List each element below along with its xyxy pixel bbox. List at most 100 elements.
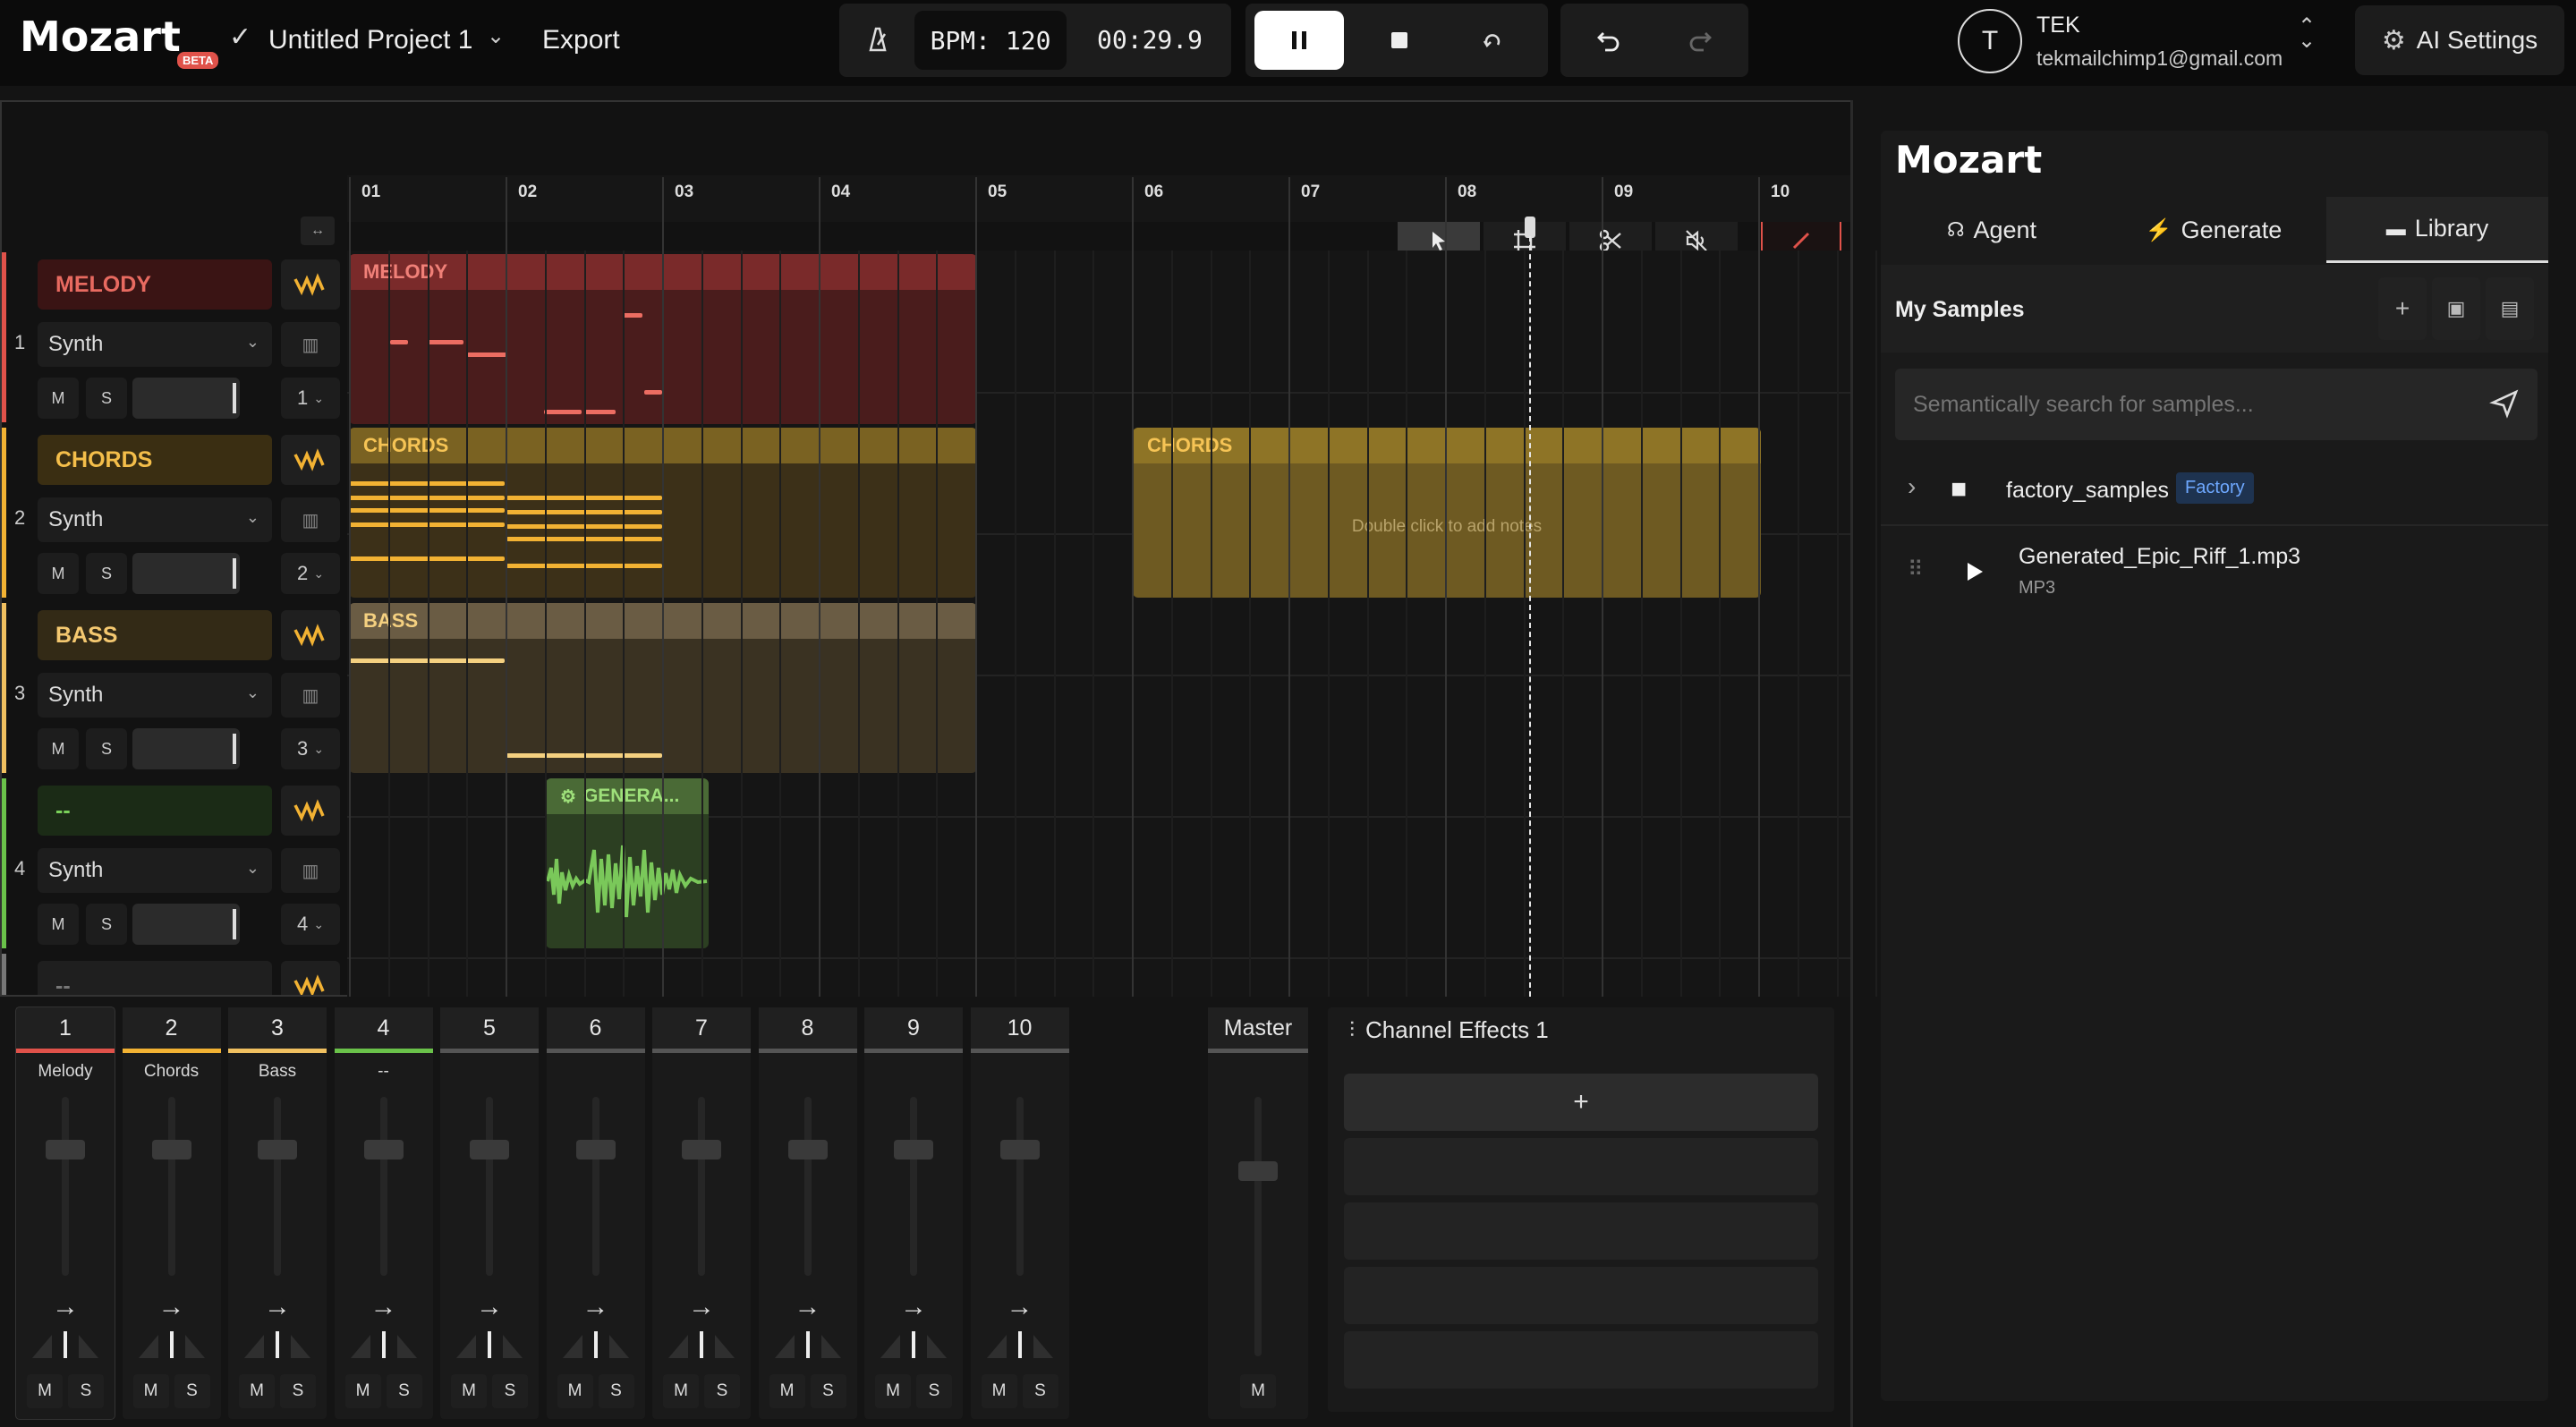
mixer-solo-button[interactable]: S bbox=[810, 1374, 846, 1408]
search-box[interactable] bbox=[1895, 369, 2538, 440]
fader-handle[interactable] bbox=[470, 1140, 509, 1159]
mute-button[interactable]: M bbox=[38, 728, 79, 769]
mute-button[interactable]: M bbox=[38, 904, 79, 945]
piano-roll-icon[interactable]: ▥ bbox=[281, 497, 340, 542]
volume-handle[interactable] bbox=[233, 909, 236, 939]
piano-roll-icon[interactable]: ▥ bbox=[281, 322, 340, 367]
fader-handle[interactable] bbox=[46, 1140, 85, 1159]
mixer-solo-button[interactable]: S bbox=[1022, 1374, 1058, 1408]
mixer-solo-button[interactable]: S bbox=[280, 1374, 316, 1408]
channel-select[interactable]: 3 ⌄ bbox=[281, 728, 340, 769]
route-arrow-icon[interactable]: → bbox=[652, 1292, 751, 1322]
pan-knob[interactable] bbox=[137, 1329, 207, 1360]
mixer-channel-number[interactable]: 9 bbox=[864, 1007, 963, 1049]
mixer-solo-button[interactable]: S bbox=[492, 1374, 528, 1408]
channel-select[interactable]: 2 ⌄ bbox=[281, 553, 340, 594]
mixer-channel-number[interactable]: 8 bbox=[758, 1007, 857, 1049]
clip-generated-audio[interactable]: ⚙ GENERA... bbox=[546, 778, 709, 948]
mixer-channel-number[interactable]: 10 bbox=[970, 1007, 1069, 1049]
wave-icon[interactable] bbox=[281, 610, 340, 660]
solo-button[interactable]: S bbox=[86, 378, 127, 419]
mixer-mute-button[interactable]: M bbox=[344, 1374, 381, 1408]
route-arrow-icon[interactable]: → bbox=[123, 1292, 221, 1322]
mixer-mute-button[interactable]: M bbox=[27, 1374, 63, 1408]
effect-slot[interactable] bbox=[1344, 1138, 1818, 1195]
route-arrow-icon[interactable]: → bbox=[335, 1292, 433, 1322]
fader-handle[interactable] bbox=[999, 1140, 1040, 1159]
mixer-solo-button[interactable]: S bbox=[704, 1374, 740, 1408]
note[interactable] bbox=[428, 340, 463, 344]
note[interactable] bbox=[623, 313, 642, 318]
fader-track[interactable] bbox=[274, 1097, 281, 1276]
mixer-solo-button[interactable]: S bbox=[68, 1374, 104, 1408]
route-arrow-icon[interactable]: → bbox=[16, 1292, 115, 1322]
add-sample-button[interactable]: + bbox=[2378, 277, 2427, 340]
channel-select[interactable]: 4 ⌄ bbox=[281, 904, 340, 945]
send-icon[interactable] bbox=[2489, 388, 2520, 419]
stop-button[interactable] bbox=[1355, 11, 1444, 70]
wave-icon[interactable] bbox=[281, 961, 340, 995]
track-name[interactable]: MELODY bbox=[38, 259, 272, 310]
fader-track[interactable] bbox=[62, 1097, 69, 1276]
volume-slider[interactable] bbox=[132, 378, 240, 419]
note[interactable] bbox=[644, 390, 662, 395]
mixer-channel-number[interactable]: 7 bbox=[652, 1007, 751, 1049]
channel-select[interactable]: 1 ⌄ bbox=[281, 378, 340, 419]
note[interactable] bbox=[544, 410, 582, 414]
mixer-solo-button[interactable]: S bbox=[386, 1374, 422, 1408]
chevron-right-icon[interactable]: › bbox=[1908, 472, 1916, 501]
tab-agent[interactable]: ☊ Agent bbox=[1881, 197, 2103, 263]
mute-button[interactable]: M bbox=[38, 378, 79, 419]
mute-button[interactable]: M bbox=[38, 553, 79, 594]
wave-icon[interactable] bbox=[281, 435, 340, 485]
play-icon[interactable] bbox=[1963, 560, 1986, 583]
fader-track[interactable] bbox=[910, 1097, 917, 1276]
instrument-select[interactable]: Synth ⌄ bbox=[38, 497, 272, 542]
effect-slot[interactable] bbox=[1344, 1267, 1818, 1324]
route-arrow-icon[interactable]: → bbox=[547, 1292, 645, 1322]
fader-handle[interactable] bbox=[787, 1140, 828, 1159]
master-fader-handle[interactable] bbox=[1238, 1161, 1278, 1181]
route-arrow-icon[interactable]: → bbox=[971, 1292, 1069, 1322]
ai-settings-button[interactable]: ⚙ AI Settings bbox=[2355, 5, 2564, 75]
upload-folder-button[interactable]: ▤ bbox=[2486, 277, 2534, 340]
chevron-down-icon[interactable]: ⌄ bbox=[487, 23, 505, 49]
track-name[interactable]: -- bbox=[38, 786, 272, 836]
drag-handle-icon[interactable]: ⠿ bbox=[1908, 556, 1924, 582]
mixer-solo-button[interactable]: S bbox=[174, 1374, 210, 1408]
pan-knob[interactable] bbox=[455, 1329, 524, 1360]
metronome-icon[interactable] bbox=[861, 23, 893, 55]
solo-button[interactable]: S bbox=[86, 728, 127, 769]
redo-button[interactable] bbox=[1657, 11, 1743, 70]
fader-track[interactable] bbox=[379, 1097, 387, 1276]
search-input[interactable] bbox=[1913, 385, 2450, 424]
fader-track[interactable] bbox=[167, 1097, 175, 1276]
mixer-channel-number[interactable]: 5 bbox=[440, 1007, 539, 1049]
sample-row[interactable]: ⠿ Generated_Epic_Riff_1.mp3 MP3 bbox=[1881, 528, 2548, 617]
piano-roll-icon[interactable]: ▥ bbox=[281, 848, 340, 893]
clip-chords-2[interactable]: CHORDS Double click to add notes bbox=[1133, 428, 1761, 598]
pan-knob[interactable] bbox=[773, 1329, 843, 1360]
fader-handle[interactable] bbox=[258, 1140, 297, 1159]
wave-icon[interactable] bbox=[281, 786, 340, 836]
playhead-handle[interactable] bbox=[1525, 217, 1535, 238]
loop-button[interactable] bbox=[1448, 11, 1537, 70]
mixer-channel-number[interactable]: 6 bbox=[546, 1007, 645, 1049]
fader-handle[interactable] bbox=[151, 1140, 191, 1159]
bpm-display[interactable]: BPM: 120 bbox=[914, 11, 1067, 70]
fader-handle[interactable] bbox=[363, 1140, 404, 1159]
route-arrow-icon[interactable]: → bbox=[864, 1292, 963, 1322]
folder-row[interactable]: › ■ factory_samples Factory bbox=[1881, 454, 2548, 526]
mixer-mute-button[interactable]: M bbox=[132, 1374, 169, 1408]
wave-icon[interactable] bbox=[281, 259, 340, 310]
pause-button[interactable] bbox=[1254, 11, 1344, 70]
fader-track[interactable] bbox=[1016, 1097, 1024, 1276]
mixer-channel-number[interactable]: 3 bbox=[228, 1007, 327, 1049]
mixer-mute-button[interactable]: M bbox=[451, 1374, 487, 1408]
volume-slider[interactable] bbox=[132, 904, 240, 945]
volume-handle[interactable] bbox=[233, 558, 236, 589]
avatar[interactable]: T bbox=[1958, 9, 2022, 73]
pan-knob[interactable] bbox=[985, 1329, 1055, 1360]
pan-knob[interactable] bbox=[879, 1329, 948, 1360]
mixer-mute-button[interactable]: M bbox=[875, 1374, 911, 1408]
